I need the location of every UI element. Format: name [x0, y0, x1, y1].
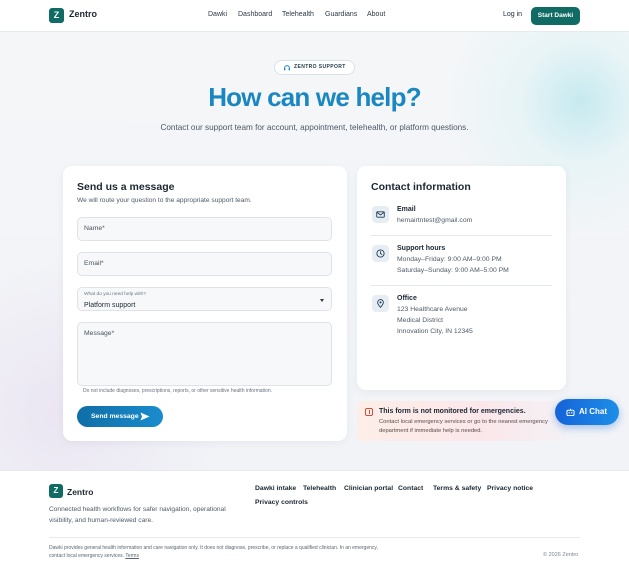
office-line3: Innovation City, IN 12345: [397, 328, 473, 335]
form-subtitle: We will route your question to the appro…: [77, 197, 252, 204]
footer-link-privacy-notice[interactable]: Privacy notice: [487, 485, 533, 492]
hours-weekend: Saturday–Sunday: 9:00 AM–5:00 PM: [397, 267, 509, 274]
footer-link-telehealth[interactable]: Telehealth: [303, 485, 336, 492]
footer-link-terms-safety[interactable]: Terms & safety: [433, 485, 481, 492]
map-pin-icon: [377, 299, 384, 308]
chevron-down-icon: [320, 299, 324, 302]
nav-dashboard[interactable]: Dashboard: [238, 11, 272, 18]
footer-link-contact[interactable]: Contact: [398, 485, 423, 492]
topic-select[interactable]: What do you need help with? Platform sup…: [77, 287, 332, 311]
nav-telehealth[interactable]: Telehealth: [282, 11, 314, 18]
name-field[interactable]: Name*: [77, 217, 332, 241]
contact-info-card: Contact information Email hemairtntest@g…: [357, 166, 566, 390]
message-form-card: Send us a message We will route your que…: [63, 166, 347, 441]
footer-logo-text[interactable]: Zentro: [67, 487, 93, 497]
robot-icon: [566, 408, 575, 416]
top-navbar: Z Zentro Dawki Dashboard Telehealth Guar…: [0, 0, 629, 32]
form-title: Send us a message: [77, 181, 175, 193]
nav-about[interactable]: About: [367, 11, 385, 18]
footer-disclaimer: Dawki provides general health informatio…: [49, 545, 378, 559]
office-line2: Medical District: [397, 317, 444, 324]
alert-icon: [365, 408, 373, 416]
topic-value: Platform support: [84, 302, 136, 309]
topic-label: What do you need help with?: [84, 292, 146, 297]
emergency-text: Contact local emergency services or go t…: [379, 419, 548, 434]
email-value[interactable]: hemairtntest@gmail.com: [397, 217, 472, 224]
support-badge: ZENTRO SUPPORT: [274, 60, 355, 75]
emergency-notice: This form is not monitored for emergenci…: [357, 401, 566, 441]
logo-mark[interactable]: Z: [49, 8, 64, 23]
footer-logo-mark[interactable]: Z: [49, 484, 63, 498]
mail-icon: [376, 211, 385, 218]
footer-terms-link[interactable]: Terms: [125, 553, 139, 559]
email-field[interactable]: Email*: [77, 252, 332, 276]
email-title: Email: [397, 206, 416, 213]
footer-tagline: Connected health workflows for safer nav…: [49, 506, 226, 524]
emergency-title: This form is not monitored for emergenci…: [379, 408, 526, 415]
hours-title: Support hours: [397, 245, 446, 252]
send-message-button[interactable]: Send message: [77, 406, 163, 427]
headset-icon: [283, 65, 291, 71]
clock-icon-box: [372, 245, 389, 262]
nav-dawki[interactable]: Dawki: [208, 11, 227, 18]
office-title: Office: [397, 295, 417, 302]
message-textarea[interactable]: Message*: [77, 322, 332, 386]
ai-chat-button[interactable]: AI Chat: [555, 399, 619, 425]
map-pin-icon-box: [372, 295, 389, 312]
footer-link-privacy-controls[interactable]: Privacy controls: [255, 499, 308, 506]
footer: Z Zentro Connected health workflows for …: [0, 470, 629, 573]
ai-chat-label: AI Chat: [579, 407, 607, 416]
clock-icon: [376, 249, 385, 258]
start-dawki-button[interactable]: Start Dawki: [531, 7, 580, 25]
footer-link-dawki-intake[interactable]: Dawki intake: [255, 485, 296, 492]
nav-guardians[interactable]: Guardians: [325, 11, 357, 18]
name-label: Name*: [84, 225, 105, 232]
page-subtitle: Contact our support team for account, ap…: [160, 123, 469, 132]
footer-divider: [49, 537, 580, 538]
footer-copyright: © 2026 Zentro: [543, 552, 579, 558]
contact-title: Contact information: [371, 181, 471, 193]
mail-icon-box: [372, 206, 389, 223]
hours-weekday: Monday–Friday: 9:00 AM–9:00 PM: [397, 256, 502, 263]
privacy-note: Do not include diagnoses, prescriptions,…: [83, 388, 272, 394]
send-label: Send message: [91, 413, 139, 420]
footer-link-clinician-portal[interactable]: Clinician portal: [344, 485, 393, 492]
logo-text[interactable]: Zentro: [69, 9, 97, 19]
message-label: Message*: [84, 330, 115, 337]
badge-label: ZENTRO SUPPORT: [294, 64, 346, 70]
office-line1: 123 Healthcare Avenue: [397, 306, 468, 313]
email-label: Email*: [84, 260, 104, 267]
send-icon: [140, 412, 150, 421]
page-title: How can we help?: [208, 82, 421, 112]
login-link[interactable]: Log in: [503, 11, 522, 18]
divider: [371, 285, 552, 286]
divider: [371, 235, 552, 236]
